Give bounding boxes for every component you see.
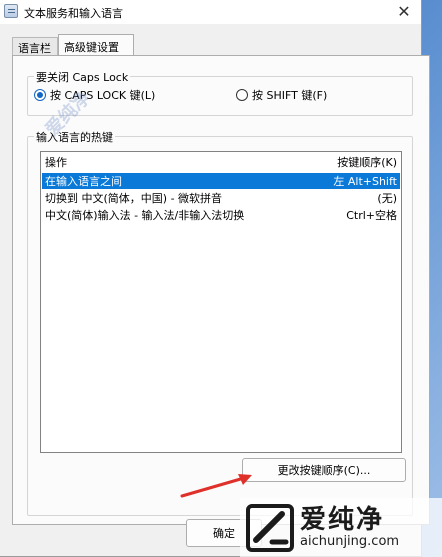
watermark-logo-icon: [246, 503, 294, 552]
title-bar: 文本服务和输入语言 ✕: [0, 0, 421, 24]
change-key-sequence-button[interactable]: 更改按键顺序(C)...: [242, 458, 406, 482]
caps-lock-group-label: 要关闭 Caps Lock: [34, 69, 131, 85]
annotation-arrow-icon: [180, 474, 252, 498]
hotkey-list-header: 操作 按键顺序(K): [41, 152, 401, 171]
column-action: 操作: [45, 155, 67, 169]
watermark-badge: 爱纯净 aichunjing.com: [240, 498, 442, 557]
hotkey-keys: Ctrl+空格: [346, 209, 397, 222]
hotkey-action: 在输入语言之间: [45, 175, 122, 188]
hotkeys-group: 输入语言的热键 操作 按键顺序(K) 在输入语言之间 左 Alt+Shift 切…: [27, 129, 413, 516]
hotkey-keys: (无): [377, 192, 397, 205]
caps-lock-radio[interactable]: [34, 89, 46, 101]
hotkey-action: 切换到 中文(简体，中国) - 微软拼音: [45, 192, 223, 205]
shift-option-label: 按 SHIFT 键(F): [252, 89, 328, 102]
window-title: 文本服务和输入语言: [24, 7, 123, 20]
hotkey-list[interactable]: 操作 按键顺序(K) 在输入语言之间 左 Alt+Shift 切换到 中文(简体…: [40, 151, 402, 453]
watermark-name: 爱纯净: [300, 504, 385, 535]
close-button[interactable]: ✕: [393, 1, 415, 21]
shift-key-option[interactable]: 按 SHIFT 键(F): [236, 87, 327, 103]
hotkey-action: 中文(简体)输入法 - 输入法/非输入法切换: [45, 209, 245, 222]
hotkey-row[interactable]: 切换到 中文(简体，中国) - 微软拼音 (无): [42, 190, 400, 206]
advanced-key-settings-panel: 要关闭 Caps Lock 按 CAPS LOCK 键(L) 按 SHIFT 键…: [12, 55, 430, 525]
watermark-url: aichunjing.com: [300, 533, 400, 549]
hotkey-row[interactable]: 在输入语言之间 左 Alt+Shift: [42, 173, 400, 189]
hotkey-keys: 左 Alt+Shift: [333, 175, 397, 188]
keyboard-app-icon: [4, 4, 18, 18]
hotkeys-group-label: 输入语言的热键: [34, 129, 115, 145]
hotkey-row[interactable]: 中文(简体)输入法 - 输入法/非输入法切换 Ctrl+空格: [42, 207, 400, 223]
tab-advanced-key-settings[interactable]: 高级键设置: [58, 34, 134, 56]
caps-lock-key-option[interactable]: 按 CAPS LOCK 键(L): [34, 87, 155, 103]
shift-radio[interactable]: [236, 89, 248, 101]
tab-language-bar[interactable]: 语言栏: [12, 37, 58, 56]
column-key-sequence: 按键顺序(K): [337, 155, 397, 169]
